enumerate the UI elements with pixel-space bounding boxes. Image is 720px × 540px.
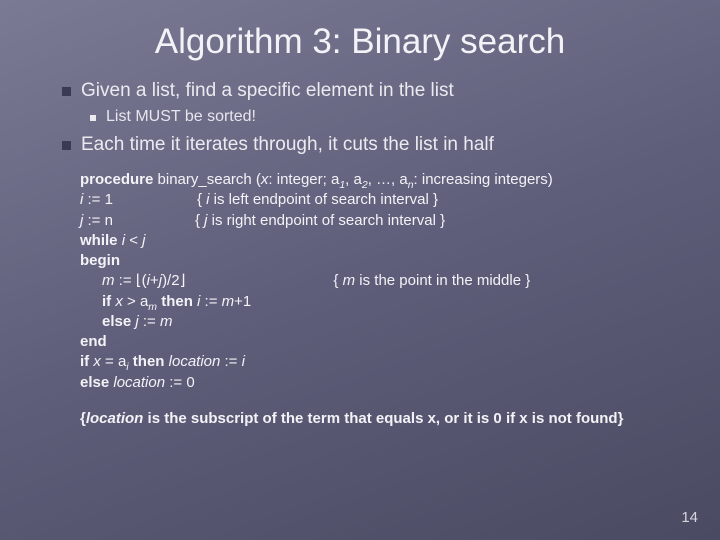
code-line: if x = ai then location := i [80, 352, 640, 372]
code-line: procedure binary_search (x: integer; a1,… [80, 170, 640, 190]
code-line: else j := m [80, 312, 640, 332]
code-line: if x > am then i := m+1 [80, 292, 640, 312]
code-line: while i < j [80, 231, 640, 251]
bullet-text: List MUST be sorted! [106, 108, 256, 126]
code-line: begin [80, 251, 640, 271]
code-line: j := n{ j is right endpoint of search in… [80, 211, 640, 231]
slide-content: Given a list, find a specific element in… [0, 80, 720, 429]
bullet-level2: List MUST be sorted! [90, 108, 658, 126]
bullet-text: Given a list, find a specific element in… [81, 80, 454, 102]
bullet-square-icon [62, 141, 71, 150]
slide-title: Algorithm 3: Binary search [0, 0, 720, 80]
page-number: 14 [681, 509, 698, 526]
bullet-text: Each time it iterates through, it cuts t… [81, 134, 494, 156]
code-line: else location := 0 [80, 373, 640, 393]
slide: Algorithm 3: Binary search Given a list,… [0, 0, 720, 540]
code-line: end [80, 332, 640, 352]
bullet-square-icon [90, 115, 96, 121]
code-line: i := 1{ i is left endpoint of search int… [80, 190, 640, 210]
pseudocode-block: procedure binary_search (x: integer; a1,… [80, 170, 640, 429]
code-line: m := ⌊(i+j)/2⌋{ m is the point in the mi… [80, 271, 640, 291]
code-footnote: {location is the subscript of the term t… [80, 409, 640, 429]
bullet-square-icon [62, 87, 71, 96]
bullet-level1: Each time it iterates through, it cuts t… [62, 134, 658, 156]
bullet-level1: Given a list, find a specific element in… [62, 80, 658, 102]
